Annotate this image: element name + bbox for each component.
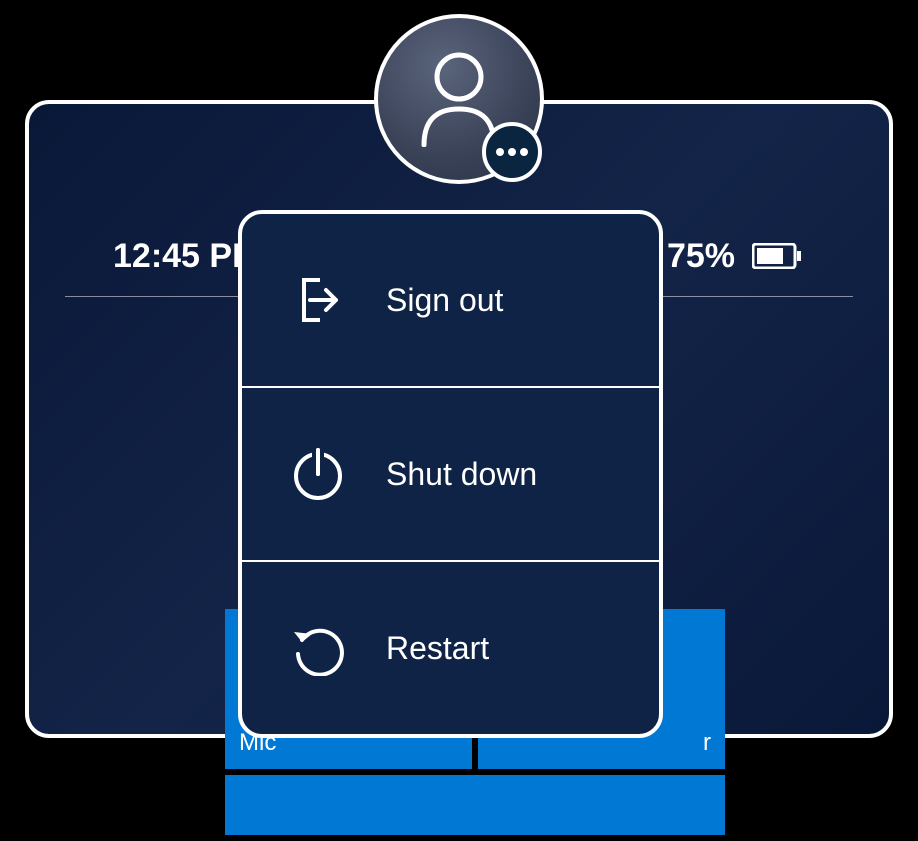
power-icon — [290, 446, 346, 502]
shut-down-label: Shut down — [386, 456, 537, 493]
ellipsis-icon — [496, 148, 504, 156]
restart-button[interactable]: Restart — [242, 562, 659, 734]
sign-out-button[interactable]: Sign out — [242, 214, 659, 388]
battery-percentage: 75% — [667, 237, 735, 276]
restart-label: Restart — [386, 630, 489, 667]
shut-down-button[interactable]: Shut down — [242, 388, 659, 562]
restart-icon — [290, 620, 346, 676]
more-options-button[interactable] — [482, 122, 542, 182]
avatar-container — [374, 14, 544, 184]
sign-out-label: Sign out — [386, 282, 503, 319]
tile-bottom[interactable] — [225, 775, 725, 835]
user-avatar[interactable] — [374, 14, 544, 184]
battery-status: 75% — [667, 228, 805, 284]
sign-out-icon — [290, 272, 346, 328]
power-menu: Sign out Shut down Restart — [238, 210, 663, 738]
battery-icon — [749, 228, 805, 284]
